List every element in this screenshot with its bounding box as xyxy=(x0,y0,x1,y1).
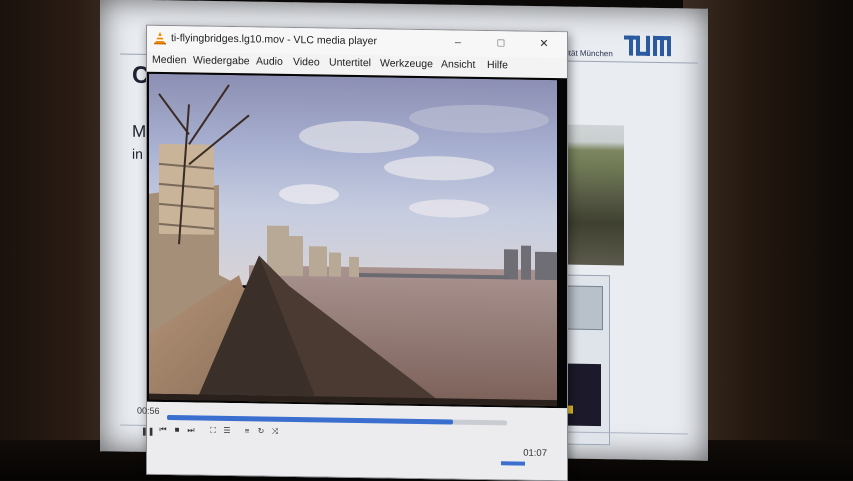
slide-text-fragment: M xyxy=(132,121,147,141)
playback-controls: 00:56 ❚❚ ⏮ ■ ⏭ ⛶ ☰ ≡ ↻ ⤨ 01:07 xyxy=(137,401,567,481)
tum-logo xyxy=(624,35,671,57)
fullscreen-icon[interactable]: ⛶ xyxy=(207,425,219,437)
minimize-button[interactable]: – xyxy=(449,34,467,50)
maximize-button[interactable]: □ xyxy=(492,35,510,51)
playlist-icon[interactable]: ≡ xyxy=(241,425,253,437)
window-title: ti-flyingbridges.lg10.mov - VLC media pl… xyxy=(171,32,378,48)
menu-video[interactable]: Video xyxy=(293,56,320,68)
menu-werkzeuge[interactable]: Werkzeuge xyxy=(380,57,433,70)
seek-bar-progress xyxy=(167,415,453,425)
shuffle-icon[interactable]: ⤨ xyxy=(269,426,281,438)
next-icon[interactable]: ⏭ xyxy=(185,424,197,436)
prev-icon[interactable]: ⏮ xyxy=(157,424,169,436)
university-name: sität München xyxy=(563,48,613,59)
room-background-left xyxy=(0,0,110,480)
volume-level xyxy=(501,461,525,466)
menu-wiedergabe[interactable]: Wiedergabe xyxy=(193,54,250,67)
elapsed-time: 00:56 xyxy=(137,405,160,416)
video-area[interactable] xyxy=(147,71,567,409)
vlc-cone-icon xyxy=(154,31,166,45)
loop-icon[interactable]: ↻ xyxy=(255,425,267,437)
volume-slider[interactable] xyxy=(501,457,541,468)
video-frame-image xyxy=(149,73,557,407)
extended-settings-icon[interactable]: ☰ xyxy=(221,425,233,437)
stop-icon[interactable]: ■ xyxy=(171,424,183,436)
menu-hilfe[interactable]: Hilfe xyxy=(487,59,508,71)
close-button[interactable]: ✕ xyxy=(535,36,553,52)
pause-icon[interactable]: ❚❚ xyxy=(141,426,154,438)
menu-audio[interactable]: Audio xyxy=(256,55,283,67)
menu-ansicht[interactable]: Ansicht xyxy=(441,58,475,71)
menu-untertitel[interactable]: Untertitel xyxy=(329,57,371,70)
menu-medien[interactable]: Medien xyxy=(152,54,186,67)
vlc-window[interactable]: ti-flyingbridges.lg10.mov - VLC media pl… xyxy=(137,24,568,481)
slide-text-fragment: in xyxy=(132,145,143,162)
seek-bar[interactable] xyxy=(167,415,507,426)
room-background-right xyxy=(683,0,853,480)
